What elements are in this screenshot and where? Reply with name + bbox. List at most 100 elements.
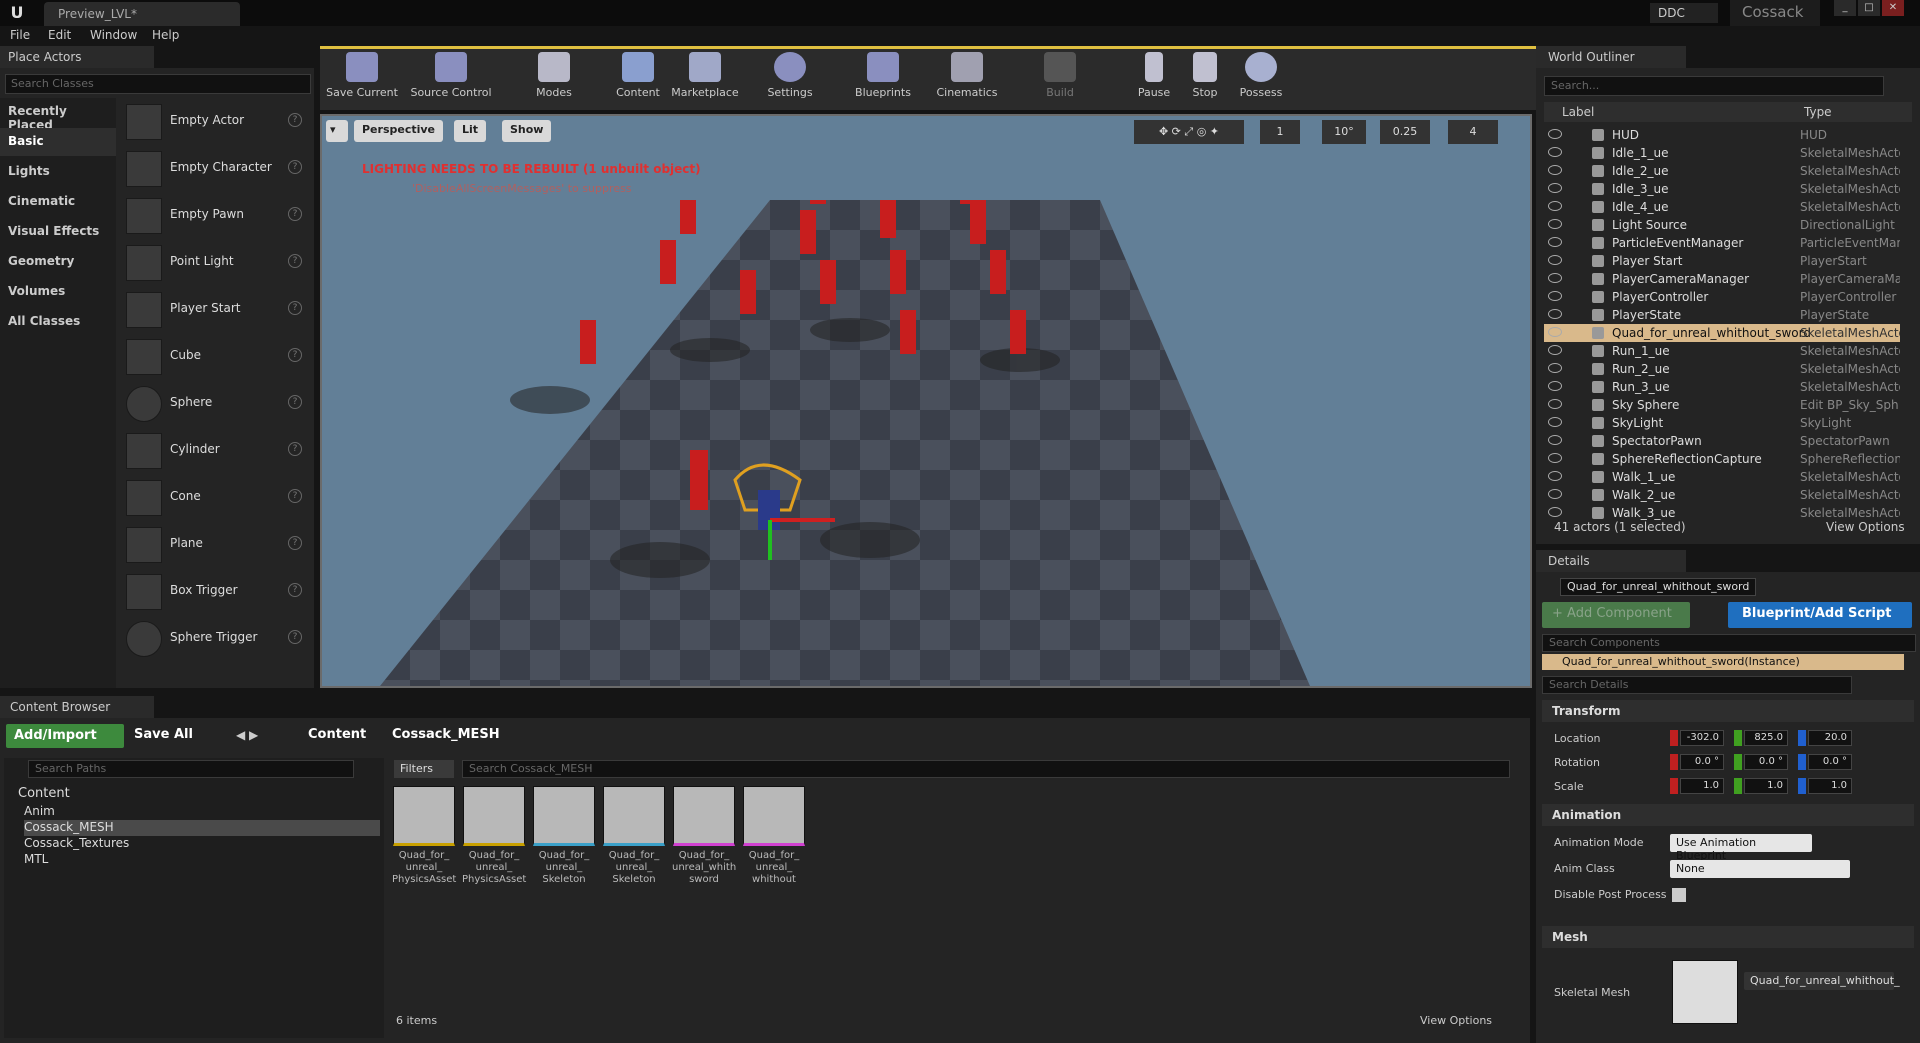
skeletal-mesh-dropdown[interactable]: Quad_for_unreal_whithout_ bbox=[1744, 972, 1900, 990]
visibility-eye-icon[interactable] bbox=[1548, 363, 1562, 373]
visibility-eye-icon[interactable] bbox=[1548, 165, 1562, 175]
viewport-options-button[interactable]: ▾ bbox=[326, 120, 348, 142]
possess-button[interactable]: Possess bbox=[1236, 50, 1286, 108]
rotation-snap[interactable]: 10° bbox=[1322, 120, 1366, 144]
character[interactable] bbox=[810, 200, 826, 204]
perspective-button[interactable]: Perspective bbox=[354, 120, 444, 142]
visibility-eye-icon[interactable] bbox=[1548, 237, 1562, 247]
character[interactable] bbox=[680, 200, 696, 234]
marketplace-button[interactable]: Marketplace bbox=[670, 50, 740, 108]
details-tab[interactable]: Details bbox=[1536, 550, 1686, 572]
category-volumes[interactable]: Volumes bbox=[0, 278, 116, 306]
visibility-eye-icon[interactable] bbox=[1548, 183, 1562, 193]
visibility-eye-icon[interactable] bbox=[1548, 291, 1562, 301]
grid-snap[interactable]: 1 bbox=[1260, 120, 1300, 144]
actor-item[interactable]: Sphere Trigger? bbox=[122, 617, 310, 661]
rotation-z-field[interactable]: 0.0 ° bbox=[1808, 754, 1852, 770]
location-z-field[interactable]: 20.0 bbox=[1808, 730, 1852, 746]
visibility-eye-icon[interactable] bbox=[1548, 129, 1562, 139]
help-icon[interactable]: ? bbox=[288, 442, 302, 456]
help-icon[interactable]: ? bbox=[288, 254, 302, 268]
character[interactable] bbox=[990, 250, 1006, 294]
actor-item[interactable]: Empty Character? bbox=[122, 147, 310, 191]
category-lights[interactable]: Lights bbox=[0, 158, 116, 186]
actor-item[interactable]: Empty Actor? bbox=[122, 100, 310, 144]
scale-label[interactable]: Scale bbox=[1554, 780, 1584, 793]
category-recently-placed[interactable]: Recently Placed bbox=[0, 98, 116, 132]
outliner-row[interactable]: Run_2_ue SkeletalMeshActo bbox=[1544, 360, 1900, 378]
back-icon[interactable]: ◀ ▶ bbox=[236, 728, 258, 742]
character[interactable] bbox=[890, 250, 906, 294]
outliner-row[interactable]: PlayerController PlayerController bbox=[1544, 288, 1900, 306]
outliner-search-input[interactable]: Search... bbox=[1544, 76, 1884, 96]
visibility-eye-icon[interactable] bbox=[1548, 417, 1562, 427]
folder-anim[interactable]: Anim bbox=[24, 804, 55, 820]
location-y-field[interactable]: 825.0 bbox=[1744, 730, 1788, 746]
outliner-row[interactable]: Idle_4_ue SkeletalMeshActo bbox=[1544, 198, 1900, 216]
transform-section[interactable]: Transform bbox=[1542, 700, 1914, 722]
type-column-header[interactable]: Type bbox=[1804, 105, 1832, 119]
asset-tile[interactable]: Quad_for_ unreal_ Skeleton bbox=[532, 786, 596, 886]
actor-item[interactable]: Cone? bbox=[122, 476, 310, 520]
menu-help[interactable]: Help bbox=[152, 28, 179, 42]
outliner-row[interactable]: Quad_for_unreal_whithout_sword SkeletalMe… bbox=[1544, 324, 1900, 342]
rotation-x-field[interactable]: 0.0 ° bbox=[1680, 754, 1724, 770]
search-paths-input[interactable]: Search Paths bbox=[28, 760, 354, 778]
visibility-eye-icon[interactable] bbox=[1548, 147, 1562, 157]
visibility-eye-icon[interactable] bbox=[1548, 273, 1562, 283]
search-assets-input[interactable]: Search Cossack_MESH bbox=[462, 760, 1510, 778]
visibility-eye-icon[interactable] bbox=[1548, 219, 1562, 229]
label-column-header[interactable]: Label bbox=[1562, 105, 1594, 119]
folder-cossack-textures[interactable]: Cossack_Textures bbox=[24, 836, 129, 852]
scale-y-field[interactable]: 1.0 bbox=[1744, 778, 1788, 794]
menu-file[interactable]: File bbox=[10, 28, 30, 42]
outliner-row[interactable]: Player Start PlayerStart bbox=[1544, 252, 1900, 270]
menu-edit[interactable]: Edit bbox=[48, 28, 71, 42]
settings-button[interactable]: Settings bbox=[762, 50, 818, 108]
skeletal-mesh-thumbnail[interactable] bbox=[1672, 960, 1738, 1024]
outliner-row[interactable]: Run_3_ue SkeletalMeshActo bbox=[1544, 378, 1900, 396]
visibility-eye-icon[interactable] bbox=[1548, 345, 1562, 355]
help-icon[interactable]: ? bbox=[288, 395, 302, 409]
content-browser-tab[interactable]: Content Browser bbox=[0, 696, 154, 718]
help-icon[interactable]: ? bbox=[288, 207, 302, 221]
location-x-field[interactable]: -302.0 bbox=[1680, 730, 1724, 746]
character[interactable] bbox=[740, 270, 756, 314]
breadcrumb-content[interactable]: Content bbox=[308, 727, 366, 742]
visibility-eye-icon[interactable] bbox=[1548, 489, 1562, 499]
maximize-icon[interactable]: □ bbox=[1858, 0, 1880, 16]
outliner-row[interactable]: HUD HUD bbox=[1544, 126, 1900, 144]
visibility-eye-icon[interactable] bbox=[1548, 381, 1562, 391]
world-outliner-tab[interactable]: World Outliner bbox=[1536, 46, 1686, 68]
animation-mode-dropdown[interactable]: Use Animation Blueprint bbox=[1670, 834, 1812, 862]
tree-root-content[interactable]: Content bbox=[18, 786, 70, 801]
place-actors-tab[interactable]: Place Actors bbox=[0, 46, 154, 68]
help-icon[interactable]: ? bbox=[288, 160, 302, 174]
actor-item[interactable]: Empty Pawn? bbox=[122, 194, 310, 238]
character[interactable] bbox=[800, 210, 816, 254]
visibility-eye-icon[interactable] bbox=[1548, 399, 1562, 409]
character[interactable] bbox=[880, 200, 896, 238]
visibility-eye-icon[interactable] bbox=[1548, 327, 1562, 337]
character[interactable] bbox=[970, 200, 986, 244]
scale-x-field[interactable]: 1.0 bbox=[1680, 778, 1724, 794]
menu-window[interactable]: Window bbox=[90, 28, 137, 42]
outliner-row[interactable]: PlayerCameraManager PlayerCameraMar bbox=[1544, 270, 1900, 288]
breadcrumb-cossack-mesh[interactable]: Cossack_MESH bbox=[392, 727, 500, 742]
anim-class-dropdown[interactable]: None bbox=[1670, 860, 1850, 878]
show-button[interactable]: Show bbox=[502, 120, 552, 142]
rotation-label[interactable]: Rotation bbox=[1554, 756, 1600, 769]
category-all-classes[interactable]: All Classes bbox=[0, 308, 116, 336]
visibility-eye-icon[interactable] bbox=[1548, 453, 1562, 463]
location-label[interactable]: Location bbox=[1554, 732, 1601, 745]
character[interactable] bbox=[1010, 310, 1026, 354]
outliner-row[interactable]: Walk_1_ue SkeletalMeshActo bbox=[1544, 468, 1900, 486]
folder-cossack-mesh[interactable]: Cossack_MESH bbox=[24, 820, 380, 836]
character[interactable] bbox=[660, 240, 676, 284]
help-icon[interactable]: ? bbox=[288, 301, 302, 315]
help-icon[interactable]: ? bbox=[288, 536, 302, 550]
category-cinematic[interactable]: Cinematic bbox=[0, 188, 116, 216]
actor-item[interactable]: Sphere? bbox=[122, 382, 310, 426]
content-view-options[interactable]: View Options bbox=[1420, 1014, 1492, 1027]
visibility-eye-icon[interactable] bbox=[1548, 309, 1562, 319]
